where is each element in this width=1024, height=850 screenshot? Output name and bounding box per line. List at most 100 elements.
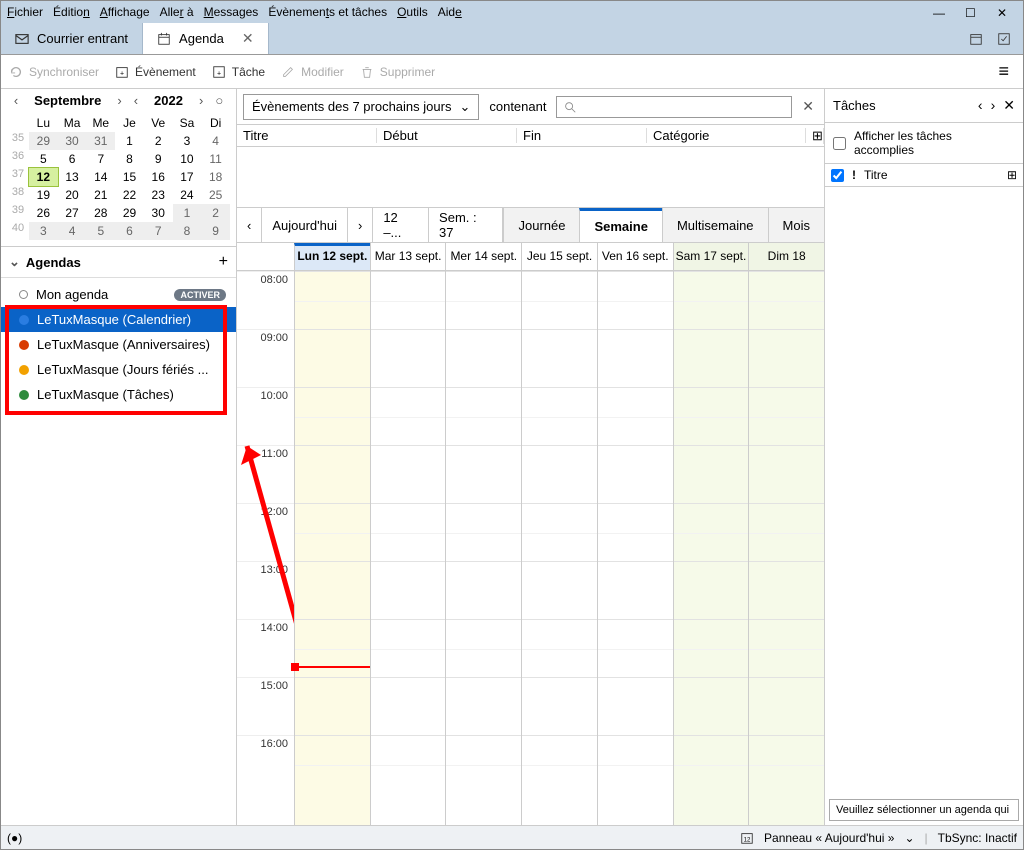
- task-check-all[interactable]: [831, 169, 844, 182]
- day-column[interactable]: [294, 271, 370, 825]
- tab-mail[interactable]: Courrier entrant: [1, 23, 143, 54]
- calendar-day[interactable]: 2: [144, 132, 173, 150]
- calendar-day[interactable]: 14: [86, 168, 115, 186]
- day-column[interactable]: [673, 271, 749, 825]
- day-header[interactable]: Mer 14 sept.: [445, 243, 521, 270]
- agenda-item[interactable]: Mon agendaACTIVER: [1, 282, 236, 307]
- next-year-icon[interactable]: ›: [195, 93, 207, 108]
- calendar-day[interactable]: 9: [201, 222, 230, 240]
- calendar-day[interactable]: 10: [173, 150, 202, 168]
- calendar-day[interactable]: 23: [144, 186, 173, 204]
- next-period-icon[interactable]: ›: [348, 208, 373, 242]
- tab-agenda[interactable]: Agenda ✕: [143, 23, 269, 54]
- calendar-day[interactable]: 19: [29, 186, 58, 204]
- year-label[interactable]: 2022: [146, 93, 191, 108]
- calendar-shortcut-icon[interactable]: [969, 32, 983, 46]
- menu-messages[interactable]: Messages: [204, 5, 259, 19]
- menu-aide[interactable]: Aide: [438, 5, 462, 19]
- calendar-day[interactable]: 16: [144, 168, 173, 186]
- calendar-day[interactable]: 27: [58, 204, 87, 222]
- today-icon[interactable]: ○: [211, 93, 227, 108]
- menu-fichier[interactable]: Fichier: [7, 5, 43, 19]
- day-header[interactable]: Mar 13 sept.: [370, 243, 446, 270]
- calendar-day[interactable]: 25: [201, 186, 230, 204]
- task-close-icon[interactable]: ✕: [1003, 97, 1015, 114]
- prev-period-icon[interactable]: ‹: [237, 208, 262, 242]
- calendar-day[interactable]: 9: [144, 150, 173, 168]
- calendar-day[interactable]: 6: [58, 150, 87, 168]
- window-minimize-icon[interactable]: —: [933, 6, 945, 18]
- calendar-day[interactable]: 30: [144, 204, 173, 222]
- calendar-day[interactable]: 8: [173, 222, 202, 240]
- day-column[interactable]: [445, 271, 521, 825]
- calendar-day[interactable]: 21: [86, 186, 115, 204]
- sync-button[interactable]: Synchroniser: [9, 65, 99, 79]
- calendar-day[interactable]: 7: [86, 150, 115, 168]
- chevron-down-icon[interactable]: ⌄: [904, 831, 914, 845]
- tbsync-status[interactable]: TbSync: Inactif: [938, 831, 1017, 845]
- window-close-icon[interactable]: ✕: [997, 6, 1009, 18]
- calendar-day[interactable]: 7: [144, 222, 173, 240]
- menu-affichage[interactable]: Affichage: [100, 5, 150, 19]
- calendar-day[interactable]: 3: [173, 132, 202, 150]
- col-category[interactable]: Catégorie: [647, 128, 806, 143]
- calendar-day[interactable]: 18: [201, 168, 230, 186]
- calendar-day[interactable]: 11: [201, 150, 230, 168]
- event-button[interactable]: + Évènement: [115, 65, 196, 79]
- column-picker-icon[interactable]: ⊞: [1007, 168, 1017, 182]
- calendar-day[interactable]: 1: [115, 132, 144, 150]
- agenda-item[interactable]: LeTuxMasque (Calendrier): [1, 307, 236, 332]
- month-label[interactable]: Septembre: [26, 93, 109, 108]
- activate-badge[interactable]: ACTIVER: [174, 289, 226, 301]
- next-month-icon[interactable]: ›: [113, 93, 125, 108]
- day-header[interactable]: Ven 16 sept.: [597, 243, 673, 270]
- task-button[interactable]: + Tâche: [212, 65, 265, 79]
- task-next-icon[interactable]: ›: [991, 97, 996, 114]
- clear-icon[interactable]: ✕: [798, 98, 818, 115]
- col-title[interactable]: Titre: [237, 128, 377, 143]
- calendar-day[interactable]: 17: [173, 168, 202, 186]
- add-calendar-icon[interactable]: +: [219, 253, 228, 271]
- agendas-header[interactable]: ⌄ Agendas +: [1, 247, 236, 278]
- agenda-item[interactable]: LeTuxMasque (Jours fériés ...: [1, 357, 236, 382]
- calendar-day[interactable]: 13: [58, 168, 87, 186]
- show-completed-checkbox[interactable]: [833, 137, 846, 150]
- task-col-title[interactable]: Titre: [864, 168, 888, 182]
- edit-button[interactable]: Modifier: [281, 65, 344, 79]
- calendar-day[interactable]: 12: [29, 168, 58, 186]
- day-header[interactable]: Jeu 15 sept.: [521, 243, 597, 270]
- agenda-item[interactable]: LeTuxMasque (Tâches): [1, 382, 236, 407]
- view-month[interactable]: Mois: [768, 208, 824, 242]
- calendar-day[interactable]: 24: [173, 186, 202, 204]
- col-end[interactable]: Fin: [517, 128, 647, 143]
- calendar-day[interactable]: 22: [115, 186, 144, 204]
- calendar-day[interactable]: 28: [86, 204, 115, 222]
- calendar-day[interactable]: 31: [86, 132, 115, 150]
- delete-button[interactable]: Supprimer: [360, 65, 435, 79]
- menu-icon[interactable]: ≡: [992, 61, 1015, 82]
- calendar-day[interactable]: 29: [29, 132, 58, 150]
- close-icon[interactable]: ✕: [242, 30, 254, 47]
- connection-icon[interactable]: (●): [7, 831, 22, 845]
- today-button[interactable]: Aujourd'hui: [262, 208, 348, 242]
- menu-edition[interactable]: Édition: [53, 5, 90, 19]
- calendar-day[interactable]: 5: [86, 222, 115, 240]
- col-start[interactable]: Début: [377, 128, 517, 143]
- column-picker-icon[interactable]: ⊞: [806, 128, 824, 144]
- view-week[interactable]: Semaine: [579, 208, 661, 242]
- events-filter-dropdown[interactable]: Évènements des 7 prochains jours ⌄: [243, 94, 479, 120]
- day-column[interactable]: [370, 271, 446, 825]
- prev-month-icon[interactable]: ‹: [10, 93, 22, 108]
- menu-evenements[interactable]: Évènements et tâches: [268, 5, 387, 19]
- prev-year-icon[interactable]: ‹: [130, 93, 142, 108]
- view-multiweek[interactable]: Multisemaine: [662, 208, 768, 242]
- calendar-day[interactable]: 8: [115, 150, 144, 168]
- menu-outils[interactable]: Outils: [397, 5, 428, 19]
- day-header[interactable]: Sam 17 sept.: [673, 243, 749, 270]
- day-header[interactable]: Dim 18: [748, 243, 824, 270]
- calendar-day[interactable]: 4: [201, 132, 230, 150]
- calendar-day[interactable]: 5: [29, 150, 58, 168]
- calendar-day[interactable]: 4: [58, 222, 87, 240]
- window-maximize-icon[interactable]: ☐: [965, 6, 977, 18]
- day-column[interactable]: [521, 271, 597, 825]
